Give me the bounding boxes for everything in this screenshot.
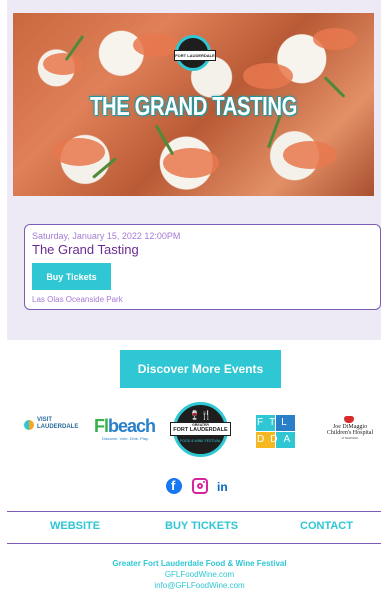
hero-image[interactable]: FORT LAUDERDALE THE GRAND TASTING <box>13 13 374 196</box>
email-body: FORT LAUDERDALE THE GRAND TASTING Saturd… <box>0 0 381 599</box>
visit-lauderdale-icon <box>24 420 34 430</box>
instagram-dot <box>203 481 205 483</box>
joe-dimaggio-logo[interactable]: Joe DiMaggio Children's Hospital AT MEMO… <box>325 416 375 442</box>
gfl-logo-main: FORT LAUDERDALE <box>173 427 228 433</box>
event-card: Saturday, January 15, 2022 12:00PM The G… <box>24 224 381 310</box>
festival-logo-icon: FORT LAUDERDALE <box>174 35 216 71</box>
ftl-logo-row-2: DDA <box>257 434 297 445</box>
event-title[interactable]: The Grand Tasting <box>32 242 139 257</box>
nav-divider-bottom <box>7 543 381 544</box>
food-detail <box>43 53 83 75</box>
gfl-logo-band: GREATER FORT LAUDERDALE <box>170 422 231 436</box>
food-detail <box>243 63 293 89</box>
nav-divider-top <box>7 511 381 512</box>
discover-more-events-button[interactable]: Discover More Events <box>120 350 281 388</box>
visit-lauderdale-logo[interactable]: VISIT LAUDERDALE <box>24 417 80 433</box>
visit-lauderdale-text-1: VISIT <box>37 417 53 423</box>
joe-logo-line-3: AT MEMORIAL <box>341 437 359 440</box>
event-date: Saturday, January 15, 2022 12:00PM <box>32 231 181 241</box>
nav-website-link[interactable]: WEBSITE <box>50 520 100 532</box>
joe-logo-line-2: Children's Hospital <box>326 430 374 436</box>
nav-contact-link[interactable]: CONTACT <box>300 520 353 532</box>
nav-buy-tickets-link[interactable]: BUY TICKETS <box>165 520 238 532</box>
facebook-icon[interactable]: f <box>166 478 182 494</box>
footer-organization: Greater Fort Lauderdale Food & Wine Fest… <box>112 559 287 568</box>
visit-lauderdale-text-2: LAUDERDALE <box>37 424 79 430</box>
food-detail <box>133 33 179 57</box>
event-venue: Las Olas Oceanside Park <box>32 295 123 304</box>
wine-glass-icon: 🍷🍴 <box>189 410 212 420</box>
heart-icon <box>344 416 354 423</box>
footer-email-link[interactable]: info@GFLFoodWine.com <box>0 581 381 590</box>
facebook-glyph: f <box>171 478 176 493</box>
buy-tickets-button[interactable]: Buy Tickets <box>32 263 111 290</box>
gfl-logo-sub: FOOD & WINE FESTIVAL <box>180 439 221 443</box>
footer-website-link[interactable]: GFLFoodWine.com <box>0 570 381 579</box>
linkedin-glyph: in <box>217 480 228 494</box>
linkedin-icon[interactable]: in <box>217 478 235 494</box>
flbeach-logo[interactable]: Flbeach Discover. Vote. Dine. Play. <box>94 416 160 444</box>
instagram-lens <box>197 483 203 489</box>
food-detail <box>313 28 357 50</box>
flbeach-beach: beach <box>108 416 156 436</box>
food-detail <box>53 138 105 166</box>
hero-title: THE GRAND TASTING <box>89 91 298 121</box>
gfl-food-wine-logo[interactable]: 🍷🍴 GREATER FORT LAUDERDALE FOOD & WINE F… <box>170 402 231 457</box>
ftl-logo-row-1: FTL <box>257 417 293 428</box>
flbeach-fl: Fl <box>94 416 109 436</box>
festival-logo-text: FORT LAUDERDALE <box>174 50 216 61</box>
flbeach-wordmark: Flbeach <box>94 416 156 437</box>
food-detail <box>283 141 337 169</box>
ftl-dda-logo[interactable]: FTL DDA <box>256 415 295 448</box>
herb-detail <box>154 124 175 156</box>
flbeach-tagline: Discover. Vote. Dine. Play. <box>102 436 149 441</box>
instagram-icon[interactable] <box>192 478 208 494</box>
